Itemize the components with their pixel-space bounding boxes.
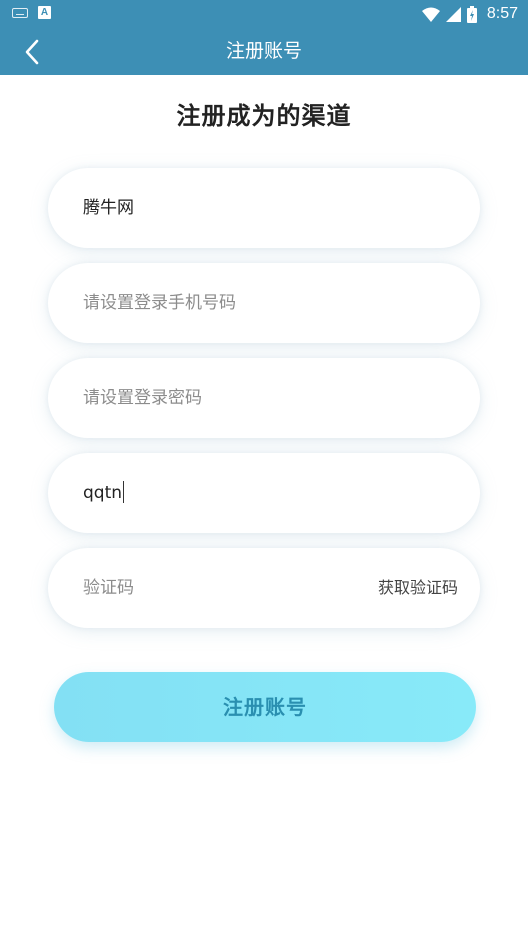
invite-code-value: qqtn bbox=[83, 483, 123, 503]
app-header: 注册账号 bbox=[0, 28, 528, 75]
status-bar: A 8:57 bbox=[0, 0, 528, 28]
password-placeholder: 请设置登录密码 bbox=[83, 388, 202, 408]
channel-value: 腾牛网 bbox=[83, 198, 134, 218]
keyboard-icon bbox=[12, 7, 28, 18]
phone-placeholder: 请设置登录手机号码 bbox=[83, 293, 236, 313]
verification-code-placeholder: 验证码 bbox=[83, 578, 134, 598]
password-input[interactable]: 请设置登录密码 bbox=[48, 358, 480, 438]
invite-code-value-wrap: qqtn bbox=[83, 453, 125, 533]
register-button[interactable]: 注册账号 bbox=[54, 672, 476, 742]
invite-code-input[interactable]: qqtn bbox=[48, 453, 480, 533]
a-notification-icon: A bbox=[38, 6, 51, 19]
status-bar-left: A bbox=[12, 6, 51, 19]
page-title: 注册账号 bbox=[225, 40, 302, 62]
status-time: 8:57 bbox=[486, 5, 518, 22]
status-bar-right: 8:57 bbox=[421, 4, 518, 24]
channel-field[interactable]: 腾牛网 bbox=[48, 168, 480, 248]
register-screen: A 8:57 注册账号 注册成为的渠道 腾牛网 请设置登录手机号码 请设置登录密… bbox=[0, 0, 528, 944]
text-caret bbox=[123, 481, 125, 503]
signal-icon bbox=[445, 6, 461, 22]
verification-code-input[interactable]: 验证码 获取验证码 bbox=[48, 548, 480, 628]
battery-icon bbox=[466, 5, 477, 23]
form-heading: 注册成为的渠道 bbox=[176, 102, 352, 130]
get-code-button[interactable]: 获取验证码 bbox=[378, 548, 458, 628]
phone-input[interactable]: 请设置登录手机号码 bbox=[48, 263, 480, 343]
wifi-icon bbox=[421, 7, 440, 22]
